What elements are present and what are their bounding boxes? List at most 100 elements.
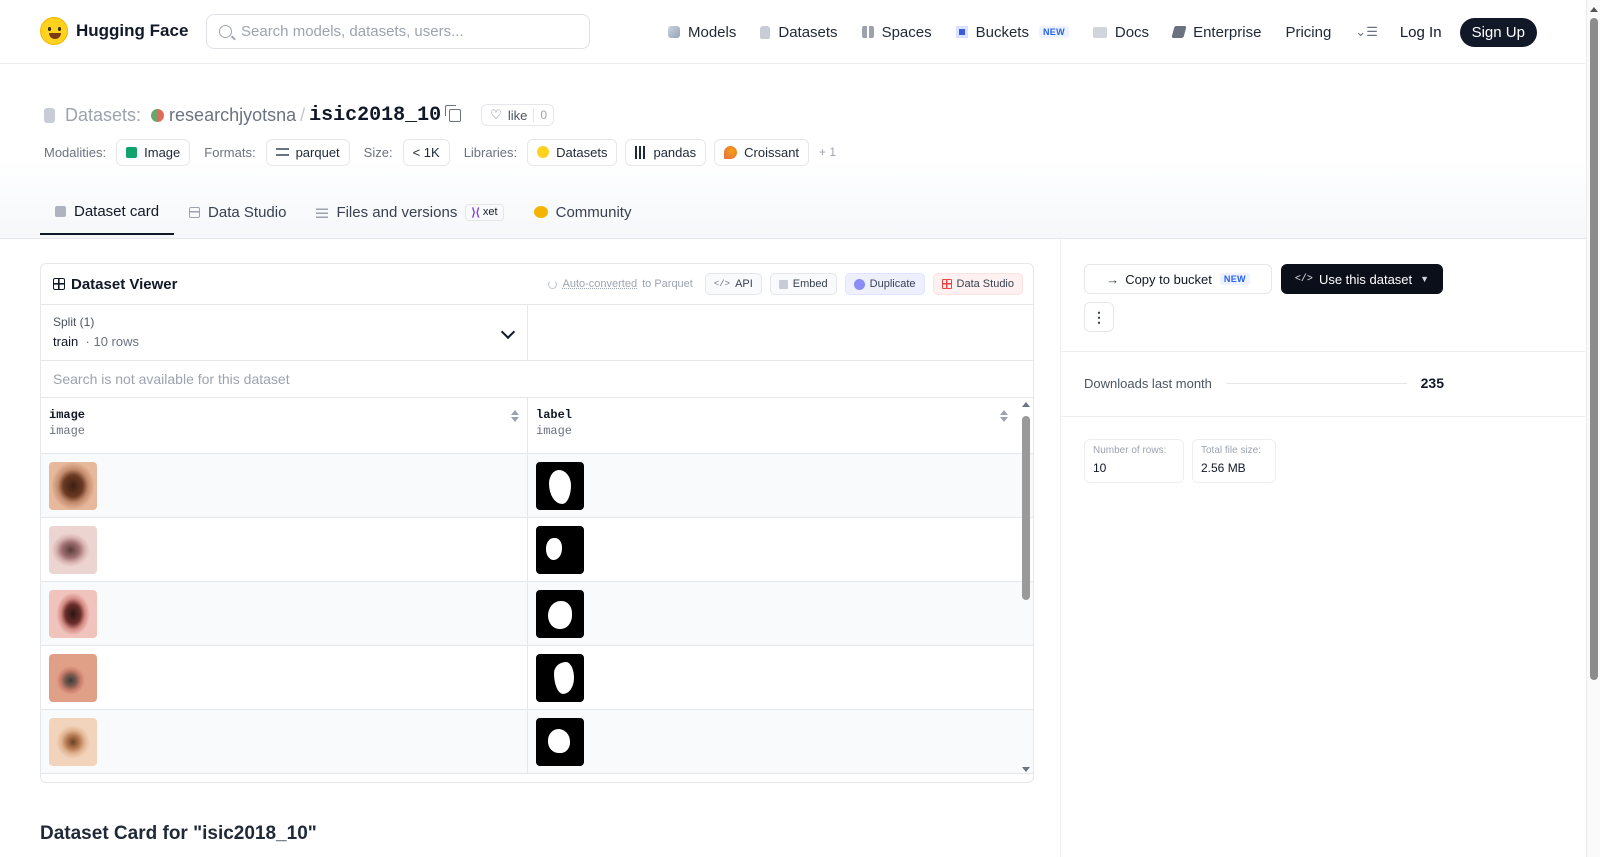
owner-link[interactable]: researchjyotsna: [169, 105, 296, 126]
parquet-icon: [275, 148, 289, 156]
skin-lesion-thumbnail[interactable]: [49, 718, 97, 766]
segmentation-mask-thumbnail[interactable]: [536, 590, 584, 638]
skin-lesion-thumbnail[interactable]: [49, 462, 97, 510]
split-value: train · 10 rows: [53, 334, 515, 349]
image-icon: [126, 146, 138, 158]
auto-converted-note: Auto-converted to Parquet: [548, 278, 693, 290]
auto-converted-link[interactable]: Auto-converted: [562, 278, 637, 290]
sort-icon[interactable]: [511, 410, 519, 422]
segmentation-mask-thumbnail[interactable]: [536, 526, 584, 574]
library-chip-croissant[interactable]: Croissant: [714, 138, 810, 166]
column-header-label[interactable]: label image: [528, 398, 1016, 453]
data-studio-button[interactable]: Data Studio: [932, 273, 1023, 295]
skin-lesion-thumbnail[interactable]: [49, 654, 97, 702]
heart-icon: ♡: [490, 107, 502, 122]
scroll-up-arrow-icon[interactable]: [1590, 7, 1598, 12]
library-chip-datasets[interactable]: Datasets: [527, 138, 618, 166]
api-button[interactable]: </> API: [704, 273, 762, 295]
global-search[interactable]: [206, 14, 590, 49]
sort-icon[interactable]: [1000, 410, 1008, 422]
segmentation-mask-thumbnail[interactable]: [536, 718, 584, 766]
library-chip-pandas[interactable]: pandas: [625, 138, 707, 166]
downloads-sparkline: [1225, 382, 1407, 384]
downloads-label: Downloads last month: [1084, 375, 1212, 391]
nav-datasets[interactable]: Datasets: [760, 24, 838, 41]
skin-lesion-thumbnail[interactable]: [49, 590, 97, 638]
scrollbar-thumb[interactable]: [1590, 18, 1598, 680]
table-icon: [941, 279, 952, 289]
size-label: Size:: [363, 144, 393, 160]
nav-pricing[interactable]: Pricing: [1285, 24, 1331, 41]
dataset-title-row: Datasets: researchjyotsna / isic2018_10 …: [44, 102, 555, 128]
stat-value: 10: [1093, 461, 1107, 475]
nav-models[interactable]: Models: [668, 24, 736, 41]
copy-icon[interactable]: [445, 104, 462, 122]
nav-docs[interactable]: Docs: [1092, 24, 1149, 41]
data-table: image image label image: [41, 398, 1033, 782]
format-chip[interactable]: parquet: [265, 138, 350, 166]
tab-data-studio[interactable]: Data Studio: [174, 189, 301, 235]
tab-label: Dataset card: [74, 202, 160, 220]
table-icon: [53, 278, 65, 290]
embed-label: Embed: [792, 278, 828, 290]
more-libraries[interactable]: + 1: [819, 145, 836, 159]
duplicate-button[interactable]: Duplicate: [844, 273, 925, 295]
like-button[interactable]: ♡ like 0: [481, 104, 555, 126]
tab-files-and-versions[interactable]: Files and versions ⟩⟨ xet: [301, 189, 518, 235]
skin-lesion-thumbnail[interactable]: [49, 526, 97, 574]
xet-text: xet: [482, 206, 498, 218]
login-link[interactable]: Log In: [1400, 24, 1442, 41]
dataset-name[interactable]: isic2018_10: [309, 104, 441, 127]
cube-icon: [55, 205, 66, 217]
table-header: image image label image: [41, 398, 1033, 454]
chevron-down-icon: ▼: [1420, 274, 1430, 284]
nav-enterprise[interactable]: Enterprise: [1171, 24, 1261, 41]
scrollbar-thumb[interactable]: [1022, 416, 1030, 600]
bucket-icon: [955, 26, 968, 38]
table-cell-label: [528, 646, 1016, 709]
page-scrollbar[interactable]: [1586, 0, 1600, 857]
dataset-meta-row: Modalities: Image Formats: parquet Size:…: [44, 138, 836, 166]
copy-to-bucket-button[interactable]: → Copy to bucket NEW: [1084, 264, 1272, 294]
datasets-prefix[interactable]: Datasets:: [65, 105, 141, 126]
path-separator: /: [300, 104, 306, 125]
tab-label: Data Studio: [208, 203, 287, 221]
scroll-up-arrow-icon[interactable]: [1022, 402, 1030, 407]
table-row: [41, 646, 1033, 710]
column-type: image: [536, 424, 573, 438]
use-this-dataset-button[interactable]: </> Use this dataset ▼: [1281, 264, 1443, 294]
modality-chip[interactable]: Image: [116, 138, 191, 166]
table-row: [41, 518, 1033, 582]
signup-button[interactable]: Sign Up: [1459, 17, 1537, 47]
embed-button[interactable]: Embed: [769, 273, 837, 295]
more-options-button[interactable]: ⋮: [1084, 302, 1114, 332]
table-cell-label: [528, 710, 1016, 773]
tab-label: Files and versions: [336, 203, 458, 221]
tab-dataset-card[interactable]: Dataset card: [40, 189, 175, 235]
search-input[interactable]: [241, 23, 561, 40]
menu-icon[interactable]: ⌄☰: [1355, 24, 1378, 40]
table-scrollbar[interactable]: [1022, 402, 1030, 772]
split-name: train: [53, 334, 79, 349]
hugging-face-icon: [537, 146, 550, 158]
size-chip[interactable]: < 1K: [402, 138, 450, 166]
viewer-header: Dataset Viewer Auto-converted to Parquet …: [41, 264, 1033, 305]
scroll-down-arrow-icon[interactable]: [1022, 767, 1030, 772]
table-cell-label: [528, 518, 1016, 581]
logo-text: Hugging Face: [76, 21, 189, 40]
segmentation-mask-thumbnail[interactable]: [536, 654, 584, 702]
column-header-image[interactable]: image image: [41, 398, 528, 453]
segmentation-mask-thumbnail[interactable]: [536, 462, 584, 510]
table-cell-label: [528, 454, 1016, 517]
nav-buckets[interactable]: Buckets NEW: [955, 24, 1069, 41]
hugging-face-logo[interactable]: Hugging Face: [40, 17, 188, 45]
nav-spaces[interactable]: Spaces: [861, 24, 932, 41]
split-selector[interactable]: Split (1) train · 10 rows: [41, 305, 528, 360]
tab-label: Community: [555, 203, 632, 221]
modality-text: Image: [144, 144, 181, 160]
nav-pricing-label: Pricing: [1285, 23, 1332, 41]
like-count: 0: [533, 108, 553, 122]
column-name: label: [536, 408, 573, 422]
tab-community[interactable]: Community: [519, 189, 647, 235]
duplicate-label: Duplicate: [869, 278, 916, 290]
